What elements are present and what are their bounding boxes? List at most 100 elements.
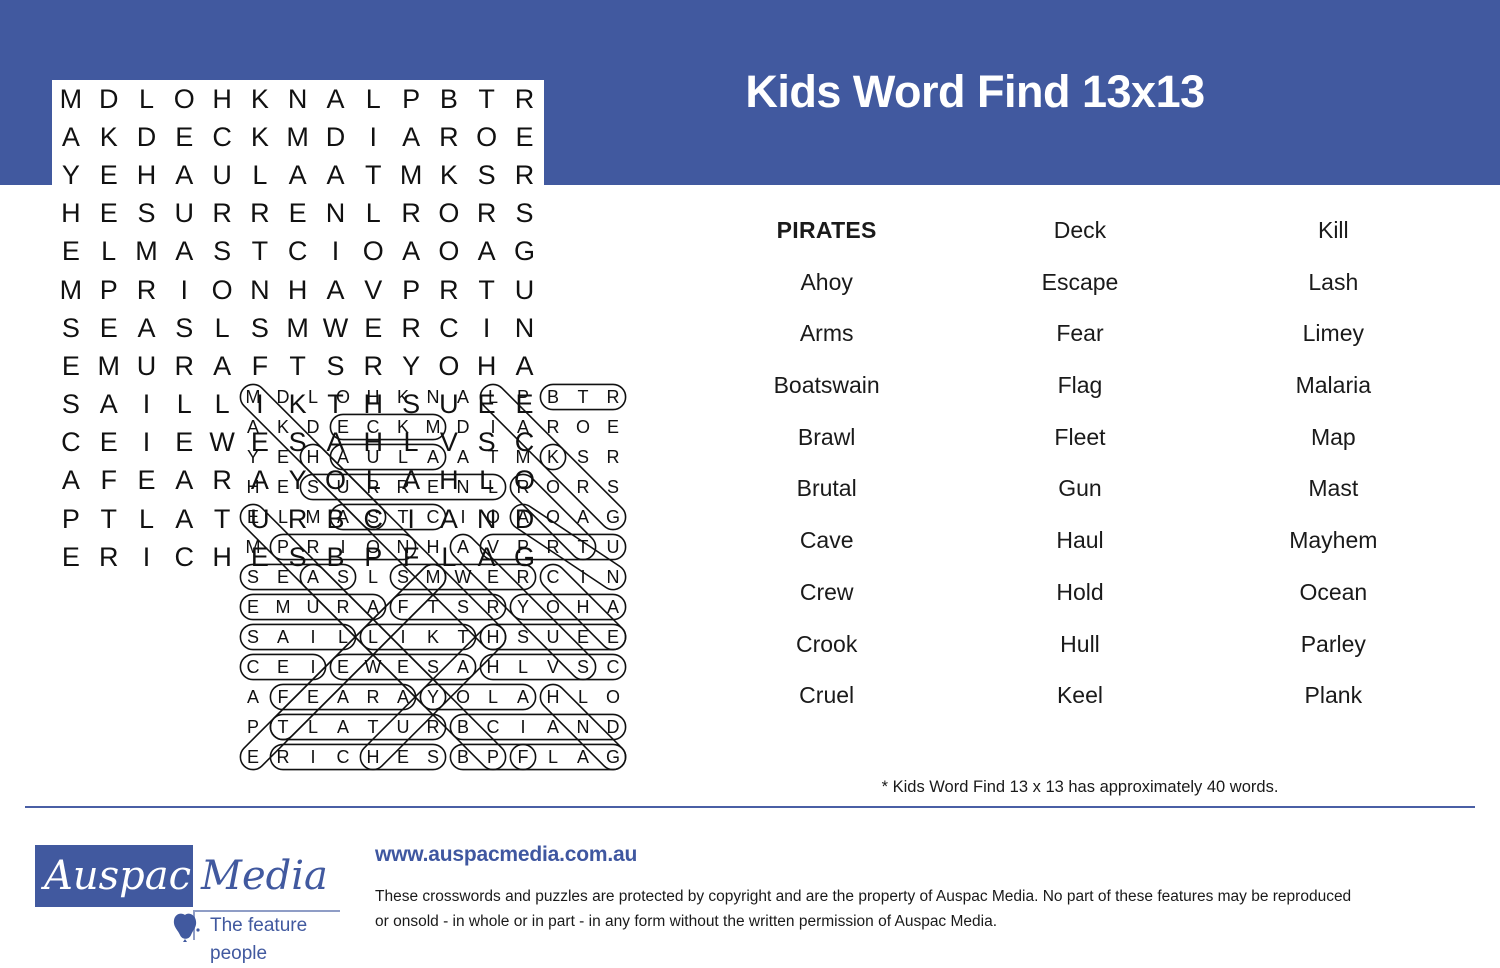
grid-cell[interactable]: S: [203, 238, 241, 265]
grid-cell[interactable]: S: [506, 200, 544, 227]
grid-cell[interactable]: L: [203, 314, 241, 342]
grid-cell[interactable]: R: [506, 161, 544, 189]
grid-cell[interactable]: R: [430, 123, 468, 151]
grid-cell[interactable]: W: [203, 429, 241, 456]
grid-cell[interactable]: T: [468, 276, 506, 304]
grid-cell[interactable]: U: [165, 200, 203, 227]
grid-cell[interactable]: I: [392, 505, 430, 533]
grid-cell[interactable]: L: [165, 391, 203, 418]
grid-cell[interactable]: A: [241, 467, 279, 494]
grid-cell[interactable]: O: [203, 276, 241, 304]
grid-cell[interactable]: D: [128, 123, 166, 151]
grid-cell[interactable]: F: [392, 543, 430, 571]
grid-cell[interactable]: T: [317, 391, 355, 418]
grid-cell[interactable]: O: [354, 238, 392, 265]
grid-cell[interactable]: I: [165, 276, 203, 304]
grid-cell[interactable]: S: [165, 314, 203, 342]
grid-cell[interactable]: E: [90, 429, 128, 456]
grid-cell[interactable]: O: [506, 467, 544, 494]
grid-cell[interactable]: H: [354, 391, 392, 418]
grid-cell[interactable]: W: [317, 314, 355, 342]
grid-cell[interactable]: M: [52, 276, 90, 304]
grid-cell[interactable]: S: [279, 429, 317, 456]
grid-cell[interactable]: F: [90, 467, 128, 494]
grid-cell[interactable]: R: [430, 276, 468, 304]
grid-cell[interactable]: O: [430, 352, 468, 380]
grid-cell[interactable]: T: [90, 505, 128, 533]
grid-cell[interactable]: C: [165, 543, 203, 571]
grid-cell[interactable]: P: [392, 85, 430, 113]
grid-cell[interactable]: S: [468, 429, 506, 456]
grid-cell[interactable]: K: [430, 161, 468, 189]
grid-cell[interactable]: A: [392, 467, 430, 494]
grid-cell[interactable]: R: [90, 543, 128, 571]
grid-cell[interactable]: A: [52, 123, 90, 151]
grid-cell[interactable]: S: [392, 391, 430, 418]
grid-cell[interactable]: Y: [392, 352, 430, 380]
grid-cell[interactable]: O: [430, 238, 468, 265]
grid-cell[interactable]: T: [203, 505, 241, 533]
grid-cell[interactable]: O: [468, 123, 506, 151]
grid-cell[interactable]: C: [203, 123, 241, 151]
grid-cell[interactable]: P: [90, 276, 128, 304]
grid-cell[interactable]: E: [354, 314, 392, 342]
grid-cell[interactable]: O: [165, 85, 203, 113]
grid-cell[interactable]: A: [468, 543, 506, 571]
grid-cell[interactable]: C: [430, 314, 468, 342]
grid-cell[interactable]: S: [468, 161, 506, 189]
grid-cell[interactable]: A: [165, 505, 203, 533]
grid-cell[interactable]: E: [468, 391, 506, 418]
grid-cell[interactable]: I: [468, 314, 506, 342]
grid-cell[interactable]: G: [506, 543, 544, 571]
grid-cell[interactable]: H: [430, 467, 468, 494]
grid-cell[interactable]: I: [128, 543, 166, 571]
grid-cell[interactable]: R: [392, 200, 430, 227]
grid-cell[interactable]: E: [241, 429, 279, 456]
grid-cell[interactable]: A: [317, 85, 355, 113]
grid-cell[interactable]: R: [203, 467, 241, 494]
grid-cell[interactable]: C: [279, 238, 317, 265]
grid-cell[interactable]: P: [354, 543, 392, 571]
grid-cell[interactable]: M: [128, 238, 166, 265]
grid-cell[interactable]: U: [241, 505, 279, 533]
grid-cell[interactable]: R: [128, 276, 166, 304]
grid-cell[interactable]: D: [317, 123, 355, 151]
grid-cell[interactable]: N: [506, 314, 544, 342]
grid-cell[interactable]: L: [128, 505, 166, 533]
grid-cell[interactable]: N: [468, 505, 506, 533]
grid-cell[interactable]: L: [354, 467, 392, 494]
grid-cell[interactable]: A: [317, 429, 355, 456]
grid-cell[interactable]: A: [165, 467, 203, 494]
grid-cell[interactable]: A: [317, 276, 355, 304]
grid-cell[interactable]: H: [203, 85, 241, 113]
grid-cell[interactable]: T: [279, 352, 317, 380]
grid-cell[interactable]: D: [506, 505, 544, 533]
grid-cell[interactable]: E: [52, 238, 90, 265]
grid-cell[interactable]: Y: [52, 161, 90, 189]
grid-cell[interactable]: Y: [279, 467, 317, 494]
grid-cell[interactable]: S: [279, 543, 317, 571]
grid-cell[interactable]: E: [165, 429, 203, 456]
grid-cell[interactable]: M: [52, 85, 90, 113]
grid-cell[interactable]: K: [241, 123, 279, 151]
grid-cell[interactable]: F: [241, 352, 279, 380]
grid-cell[interactable]: T: [354, 161, 392, 189]
grid-cell[interactable]: A: [128, 314, 166, 342]
grid-cell[interactable]: N: [241, 276, 279, 304]
grid-cell[interactable]: H: [203, 543, 241, 571]
grid-cell[interactable]: R: [203, 200, 241, 227]
grid-cell[interactable]: E: [506, 391, 544, 418]
grid-cell[interactable]: K: [90, 123, 128, 151]
grid-cell[interactable]: T: [468, 85, 506, 113]
grid-cell[interactable]: L: [392, 429, 430, 456]
grid-cell[interactable]: A: [90, 391, 128, 418]
grid-cell[interactable]: K: [241, 85, 279, 113]
grid-cell[interactable]: A: [392, 123, 430, 151]
grid-cell[interactable]: R: [165, 352, 203, 380]
grid-cell[interactable]: N: [317, 200, 355, 227]
grid-cell[interactable]: H: [468, 352, 506, 380]
grid-cell[interactable]: H: [52, 200, 90, 227]
grid-cell[interactable]: A: [165, 161, 203, 189]
grid-cell[interactable]: I: [128, 391, 166, 418]
grid-cell[interactable]: S: [241, 314, 279, 342]
